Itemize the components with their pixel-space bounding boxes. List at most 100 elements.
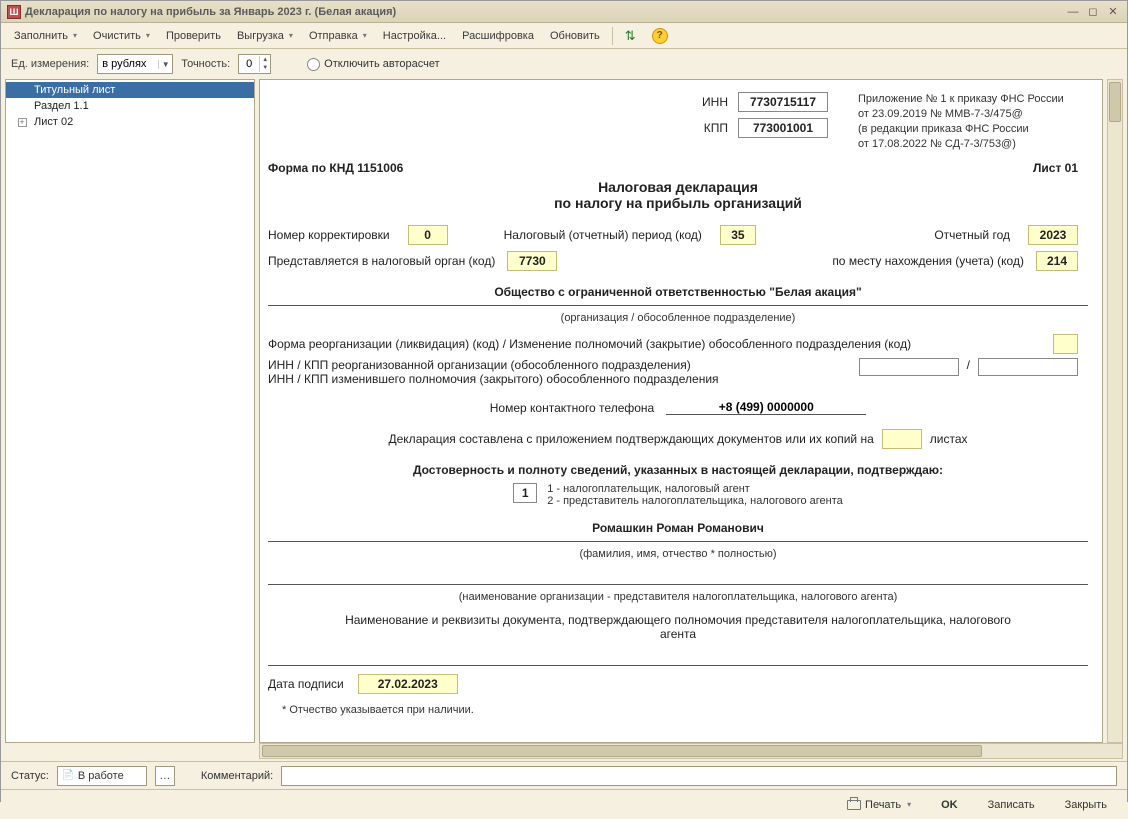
rep-org-subtitle: (наименование организации - представител… xyxy=(268,591,1088,603)
toolbar: Заполнить Очистить Проверить Выгрузка От… xyxy=(1,23,1127,49)
chevron-down-icon[interactable]: ▼ xyxy=(158,60,172,69)
inn-field[interactable]: 7730715117 xyxy=(738,92,828,112)
slash: / xyxy=(967,358,970,372)
tree-item-label: Титульный лист xyxy=(34,84,115,96)
org-subtitle: (организация / обособленное подразделени… xyxy=(268,312,1088,324)
year-label: Отчетный год xyxy=(934,228,1010,242)
reorder-button[interactable]: ⇅ xyxy=(618,25,643,47)
kpp-field[interactable]: 773001001 xyxy=(738,118,828,138)
refresh-button[interactable]: Обновить xyxy=(543,27,607,45)
footer-bar: Печать OK Записать Закрыть xyxy=(1,789,1127,819)
send-button[interactable]: Отправка xyxy=(302,27,374,45)
reorg-label: Форма реорганизации (ликвидация) (код) /… xyxy=(268,337,1045,351)
autocalc-checkbox[interactable]: Отключить авторасчет xyxy=(307,58,440,71)
status-bar: Статус: 📄 В работе … Комментарий: xyxy=(1,761,1127,789)
period-field[interactable]: 35 xyxy=(720,225,756,245)
section-tree[interactable]: Титульный лист Раздел 1.1 + Лист 02 xyxy=(5,79,255,743)
separator xyxy=(268,305,1088,306)
form-wrap: ИНН 7730715117 КПП 773001001 Приложение … xyxy=(259,79,1127,743)
authority-label: Представляется в налоговый орган (код) xyxy=(268,254,495,268)
location-label: по месту нахождения (учета) (код) xyxy=(832,254,1024,268)
order-line: от 23.09.2019 № ММВ-7-3/475@ xyxy=(858,107,1088,122)
app-icon: Ш xyxy=(7,5,21,19)
status-picker-button[interactable]: … xyxy=(155,766,175,786)
year-field[interactable]: 2023 xyxy=(1028,225,1078,245)
document-icon: 📄 xyxy=(62,770,74,782)
tree-item-section-1-1[interactable]: Раздел 1.1 xyxy=(6,98,254,114)
doc-title-2: по налогу на прибыль организаций xyxy=(268,195,1088,211)
phone-field[interactable] xyxy=(666,400,866,415)
toolbar-separator xyxy=(612,27,613,45)
rep-doc-label: Наименование и реквизиты документа, подт… xyxy=(268,613,1088,641)
correction-label: Номер корректировки xyxy=(268,228,390,242)
tree-item-sheet-02[interactable]: + Лист 02 xyxy=(6,114,254,130)
spin-up-icon[interactable]: ▲ xyxy=(260,56,270,64)
reorg-inn-label-2: ИНН / КПП изменившего полномочия (закрыт… xyxy=(268,372,851,386)
settings-button[interactable]: Настройка... xyxy=(376,27,453,45)
order-line: от 17.08.2022 № СД-7-3/753@) xyxy=(858,137,1088,152)
confirm-code-field[interactable]: 1 xyxy=(513,483,537,503)
doc-title-1: Налоговая декларация xyxy=(268,179,1088,195)
minimize-icon[interactable]: — xyxy=(1065,5,1081,19)
declaration-form: ИНН 7730715117 КПП 773001001 Приложение … xyxy=(268,92,1088,716)
scrollbar-thumb[interactable] xyxy=(262,745,982,757)
correction-field[interactable]: 0 xyxy=(408,225,448,245)
spin-down-icon[interactable]: ▼ xyxy=(260,64,270,72)
form-viewport[interactable]: ИНН 7730715117 КПП 773001001 Приложение … xyxy=(259,79,1103,743)
tree-item-label: Лист 02 xyxy=(34,116,73,128)
separator xyxy=(268,584,1088,585)
precision-value[interactable] xyxy=(239,57,259,71)
order-line: (в редакции приказа ФНС России xyxy=(858,122,1088,137)
ok-button[interactable]: OK xyxy=(931,796,968,814)
attach-label-pre: Декларация составлена с приложением подт… xyxy=(389,432,874,446)
separator xyxy=(268,665,1088,666)
print-button[interactable]: Печать xyxy=(837,796,921,814)
signer-name: Ромашкин Роман Романович xyxy=(268,521,1088,535)
help-button[interactable]: ? xyxy=(645,25,675,47)
status-label: Статус: xyxy=(11,770,49,782)
decode-button[interactable]: Расшифровка xyxy=(455,27,541,45)
clear-button[interactable]: Очистить xyxy=(86,27,157,45)
order-info: Приложение № 1 к приказу ФНС России от 2… xyxy=(858,92,1088,151)
horizontal-scrollbar[interactable] xyxy=(259,743,1123,759)
window-controls: — ◻ ✕ xyxy=(1065,5,1121,19)
vertical-scrollbar[interactable] xyxy=(1107,79,1123,743)
expand-icon[interactable]: + xyxy=(16,116,28,128)
updown-icon: ⇅ xyxy=(625,28,636,44)
confirm-opt-1: 1 - налогоплательщик, налоговый агент xyxy=(547,483,843,495)
sign-date-label: Дата подписи xyxy=(268,677,344,691)
close-button[interactable]: Закрыть xyxy=(1055,796,1117,814)
reorg-inn-label-1: ИНН / КПП реорганизованной организации (… xyxy=(268,358,851,372)
unit-select[interactable]: ▼ xyxy=(97,54,173,74)
location-field[interactable]: 214 xyxy=(1036,251,1078,271)
confirm-opt-2: 2 - представитель налогоплательщика, нал… xyxy=(547,495,843,507)
authority-field[interactable]: 7730 xyxy=(507,251,557,271)
unit-label: Ед. измерения: xyxy=(11,58,89,70)
reorg-kpp-field[interactable] xyxy=(978,358,1078,376)
tree-item-label: Раздел 1.1 xyxy=(34,100,89,112)
close-icon[interactable]: ✕ xyxy=(1105,5,1121,19)
attach-pages-field[interactable] xyxy=(882,429,922,449)
order-line: Приложение № 1 к приказу ФНС России xyxy=(858,92,1088,107)
kpp-label: КПП xyxy=(704,121,728,135)
check-button[interactable]: Проверить xyxy=(159,27,228,45)
scrollbar-thumb[interactable] xyxy=(1109,82,1121,122)
radio-icon xyxy=(307,58,320,71)
export-button[interactable]: Выгрузка xyxy=(230,27,300,45)
attach-label-post: листах xyxy=(930,432,968,446)
save-button[interactable]: Записать xyxy=(978,796,1045,814)
maximize-icon[interactable]: ◻ xyxy=(1085,5,1101,19)
reorg-code-field[interactable] xyxy=(1053,334,1078,354)
fill-button[interactable]: Заполнить xyxy=(7,27,84,45)
unit-value[interactable] xyxy=(98,58,158,70)
form-code-label: Форма по КНД 1151006 xyxy=(268,161,403,175)
tree-item-title-page[interactable]: Титульный лист xyxy=(6,82,254,98)
reorg-inn-field[interactable] xyxy=(859,358,959,376)
precision-stepper[interactable]: ▲ ▼ xyxy=(238,54,271,74)
status-field[interactable]: 📄 В работе xyxy=(57,766,147,786)
comment-input[interactable] xyxy=(281,766,1117,786)
inn-label: ИНН xyxy=(702,95,728,109)
options-bar: Ед. измерения: ▼ Точность: ▲ ▼ Отключить… xyxy=(1,49,1127,79)
titlebar: Ш Декларация по налогу на прибыль за Янв… xyxy=(1,1,1127,23)
sign-date-field[interactable]: 27.02.2023 xyxy=(358,674,458,694)
